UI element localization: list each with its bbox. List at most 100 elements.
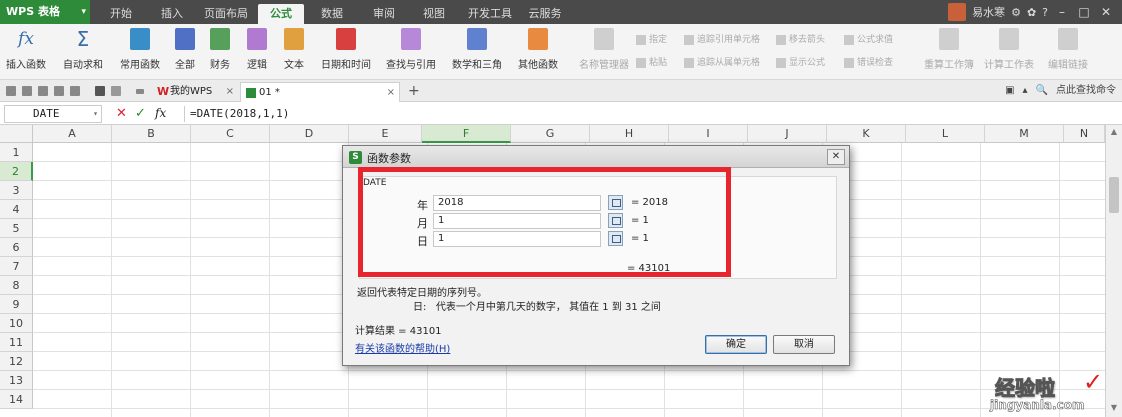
help-icon[interactable]: ? [1042, 6, 1048, 19]
logic-button[interactable]: 逻辑 [241, 28, 273, 71]
column-header[interactable]: J [748, 125, 827, 143]
column-header[interactable]: D [270, 125, 349, 143]
recalc-workbook-button[interactable]: 重算工作簿 [920, 28, 978, 71]
chevron-down-icon[interactable]: ▾ [93, 106, 98, 122]
redo-icon[interactable] [111, 86, 121, 96]
vertical-scrollbar[interactable]: ▲ ▼ [1105, 125, 1122, 417]
fx-icon[interactable]: fx [155, 106, 166, 120]
trace-precedents-button[interactable]: 追踪引用单元格 [684, 32, 760, 45]
close-icon[interactable]: × [226, 82, 234, 102]
date-time-button[interactable]: 日期和时间 [316, 28, 376, 71]
collapse-ribbon-icon[interactable]: ▴ [1023, 80, 1028, 102]
preview-icon[interactable] [54, 86, 64, 96]
finance-button[interactable]: 财务 [205, 28, 235, 71]
name-manager-button[interactable]: 名称管理器 [577, 28, 631, 71]
text-functions-button[interactable]: 文本 [278, 28, 310, 71]
row-header[interactable]: 14 [0, 390, 33, 409]
edit-links-button[interactable]: 编辑链接 [1044, 28, 1092, 71]
tab-formula[interactable]: 公式 [258, 4, 304, 24]
row-header[interactable]: 13 [0, 371, 33, 390]
calc-sheet-button[interactable]: 计算工作表 [982, 28, 1036, 71]
app-menu-button[interactable]: WPS 表格 ▾ [0, 0, 90, 24]
undo-icon[interactable] [95, 86, 105, 96]
row-header[interactable]: 4 [0, 200, 33, 219]
tab-document-01[interactable]: 01 * × [240, 82, 400, 102]
row-header[interactable]: 8 [0, 276, 33, 295]
lookup-reference-button[interactable]: 查找与引用 [380, 28, 442, 71]
name-box[interactable]: DATE ▾ [4, 105, 102, 123]
row-header[interactable]: 6 [0, 238, 33, 257]
scroll-up-icon[interactable]: ▲ [1106, 127, 1122, 136]
column-header[interactable]: N [1064, 125, 1105, 143]
row-header[interactable]: 11 [0, 333, 33, 352]
help-link[interactable]: 有关该函数的帮助(H) [355, 340, 450, 355]
tab-developer[interactable]: 开发工具 [462, 4, 518, 24]
tab-cloud[interactable]: 云服务 [522, 4, 568, 24]
tab-my-wps[interactable]: W 我的WPS × [152, 82, 238, 102]
formula-input[interactable]: =DATE(2018,1,1) [190, 107, 289, 120]
column-header[interactable]: G [511, 125, 590, 143]
tab-page-layout[interactable]: 页面布局 [198, 4, 254, 24]
command-search-button[interactable]: 点此查找命令 [1056, 80, 1116, 102]
row-header[interactable]: 9 [0, 295, 33, 314]
column-header[interactable]: A [33, 125, 112, 143]
remove-arrows-button[interactable]: 移去箭头 [776, 32, 825, 45]
dialog-title-bar[interactable]: S 函数参数 ✕ [343, 146, 849, 168]
close-icon[interactable]: ✕ [1098, 5, 1114, 19]
ok-button[interactable]: 确定 [705, 335, 767, 354]
maximize-icon[interactable]: □ [1076, 5, 1092, 19]
math-trig-button[interactable]: 数学和三角 [446, 28, 508, 71]
evaluate-formula-button[interactable]: 公式求值 [844, 32, 893, 45]
cancel-icon[interactable]: ✕ [116, 106, 127, 121]
settings-icon[interactable]: ⚙ [1011, 6, 1021, 19]
common-functions-button[interactable]: 常用函数 [114, 28, 166, 71]
insert-function-button[interactable]: fx 插入函数 [4, 28, 48, 71]
chevron-down-icon[interactable] [136, 89, 144, 94]
tab-home[interactable]: 开始 [100, 4, 142, 24]
close-icon[interactable]: ✕ [827, 149, 845, 165]
column-header[interactable]: M [985, 125, 1064, 143]
column-header[interactable]: E [349, 125, 422, 143]
column-header-selected[interactable]: F [422, 125, 511, 143]
avatar[interactable] [948, 3, 967, 21]
paste-name-button[interactable]: 粘贴 [636, 55, 667, 68]
row-header[interactable]: 7 [0, 257, 33, 276]
skin-icon[interactable]: ✿ [1027, 6, 1036, 19]
row-header[interactable]: 1 [0, 143, 33, 162]
row-header[interactable]: 5 [0, 219, 33, 238]
new-tab-button[interactable]: + [408, 80, 420, 102]
export-icon[interactable] [70, 86, 80, 96]
print-icon[interactable] [38, 86, 48, 96]
scroll-down-icon[interactable]: ▼ [1106, 403, 1122, 412]
row-header-selected[interactable]: 2 [0, 162, 33, 181]
column-header[interactable]: B [112, 125, 191, 143]
all-functions-button[interactable]: 全部 [170, 28, 200, 71]
comment-icon[interactable]: ▣ [1005, 80, 1014, 102]
close-icon[interactable]: × [387, 83, 395, 103]
select-all-corner[interactable] [0, 125, 33, 143]
error-check-button[interactable]: 错误检查 [844, 55, 893, 68]
column-header[interactable]: H [590, 125, 669, 143]
user-name[interactable]: 易水寒 [972, 4, 1005, 20]
scroll-thumb[interactable] [1109, 177, 1119, 213]
column-header[interactable]: I [669, 125, 748, 143]
show-formulas-button[interactable]: 显示公式 [776, 55, 825, 68]
row-header[interactable]: 10 [0, 314, 33, 333]
column-header[interactable]: L [906, 125, 985, 143]
minimize-icon[interactable]: – [1054, 5, 1070, 19]
save-icon[interactable] [22, 86, 32, 96]
row-header[interactable]: 12 [0, 352, 33, 371]
tab-insert[interactable]: 插入 [152, 4, 192, 24]
open-icon[interactable] [6, 86, 16, 96]
cancel-button[interactable]: 取消 [773, 335, 835, 354]
tab-data[interactable]: 数据 [312, 4, 352, 24]
autosum-button[interactable]: Σ 自动求和 [58, 28, 108, 71]
define-name-button[interactable]: 指定 [636, 32, 667, 45]
column-header[interactable]: C [191, 125, 270, 143]
tab-review[interactable]: 审阅 [364, 4, 404, 24]
column-header[interactable]: K [827, 125, 906, 143]
row-header[interactable]: 3 [0, 181, 33, 200]
confirm-icon[interactable]: ✓ [135, 106, 146, 121]
trace-dependents-button[interactable]: 追踪从属单元格 [684, 55, 760, 68]
other-functions-button[interactable]: 其他函数 [512, 28, 564, 71]
